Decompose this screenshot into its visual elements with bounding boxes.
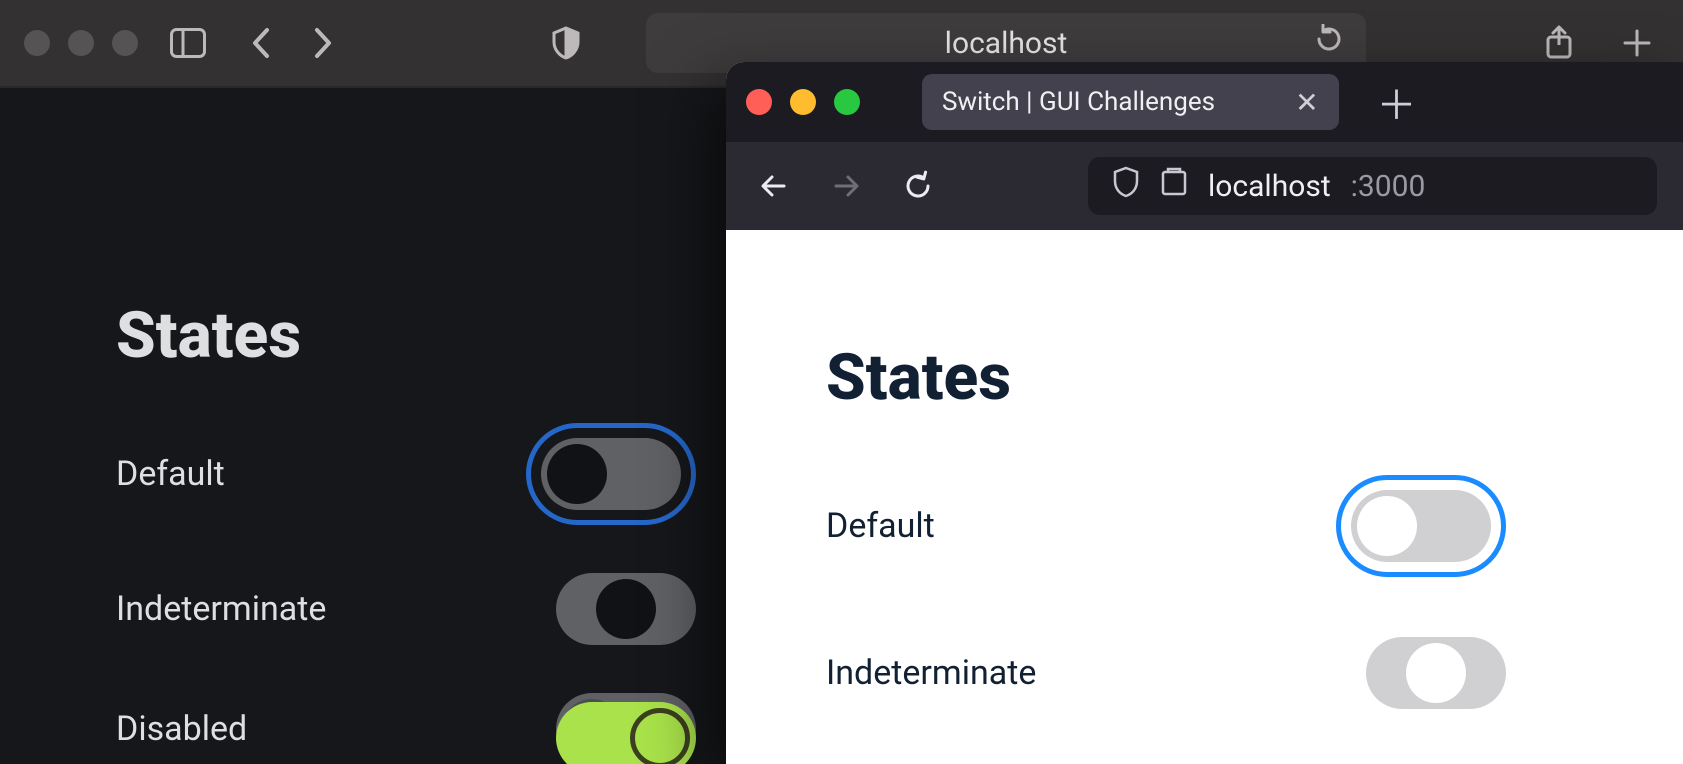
switch-row-indeterminate: Indeterminate — [826, 637, 1506, 709]
switch-thumb — [596, 579, 656, 639]
safari-url-text: localhost — [945, 26, 1068, 61]
tracking-protection-icon[interactable] — [1112, 166, 1140, 206]
forward-button[interactable] — [302, 21, 346, 65]
switch-row-partial — [116, 702, 696, 764]
tab-title: Switch | GUI Challenges — [942, 87, 1215, 117]
firefox-window: Switch | GUI Challenges ✕ ＋ localhost :30… — [726, 62, 1683, 764]
switch-label: Indeterminate — [116, 589, 326, 629]
traffic-light-minimize[interactable] — [68, 30, 94, 56]
switch-thumb — [547, 444, 607, 504]
switch-thumb — [1357, 496, 1417, 556]
firefox-address-bar[interactable]: localhost :3000 — [1088, 157, 1657, 215]
tab-close-icon[interactable]: ✕ — [1295, 86, 1318, 119]
switch-row-indeterminate: Indeterminate — [116, 573, 696, 645]
back-button[interactable] — [238, 21, 282, 65]
firefox-tab-bar: Switch | GUI Challenges ✕ ＋ — [726, 62, 1683, 142]
page-heading: States — [826, 340, 1683, 415]
switch-row-default: Default — [116, 423, 696, 525]
sidebar-toggle-button[interactable] — [166, 21, 210, 65]
url-host: localhost — [1208, 169, 1331, 204]
switch-checked[interactable] — [556, 702, 696, 764]
switch-thumb — [630, 708, 690, 764]
traffic-light-zoom[interactable] — [834, 89, 860, 115]
reload-button[interactable] — [896, 164, 940, 208]
safari-toolbar-right — [1537, 21, 1659, 65]
safari-traffic-lights — [24, 30, 138, 56]
switch-label: Indeterminate — [826, 653, 1036, 693]
traffic-light-close[interactable] — [24, 30, 50, 56]
back-button[interactable] — [752, 164, 796, 208]
firefox-toolbar: localhost :3000 — [726, 142, 1683, 230]
url-port: :3000 — [1351, 169, 1426, 204]
switch-thumb — [1406, 643, 1466, 703]
new-tab-button[interactable]: ＋ — [1377, 73, 1417, 131]
traffic-light-zoom[interactable] — [112, 30, 138, 56]
browser-tab[interactable]: Switch | GUI Challenges ✕ — [922, 74, 1339, 130]
focus-ring — [1336, 475, 1506, 577]
reload-icon[interactable] — [1314, 24, 1344, 62]
focus-ring — [526, 423, 696, 525]
firefox-traffic-lights — [746, 89, 860, 115]
switch-indeterminate[interactable] — [556, 573, 696, 645]
traffic-light-minimize[interactable] — [790, 89, 816, 115]
site-info-icon[interactable] — [1160, 166, 1188, 206]
firefox-page-content: States Default Indeterminate Disabled — [726, 230, 1683, 764]
safari-nav-group — [238, 21, 346, 65]
switch-default[interactable] — [1351, 490, 1491, 562]
switch-label: Default — [826, 506, 935, 546]
share-icon[interactable] — [1537, 21, 1581, 65]
switch-label: Default — [116, 454, 225, 494]
privacy-shield-icon[interactable] — [544, 21, 588, 65]
traffic-light-close[interactable] — [746, 89, 772, 115]
switch-default[interactable] — [541, 438, 681, 510]
forward-button[interactable] — [824, 164, 868, 208]
switch-indeterminate[interactable] — [1366, 637, 1506, 709]
new-tab-button[interactable] — [1615, 21, 1659, 65]
switch-row-default: Default — [826, 475, 1506, 577]
